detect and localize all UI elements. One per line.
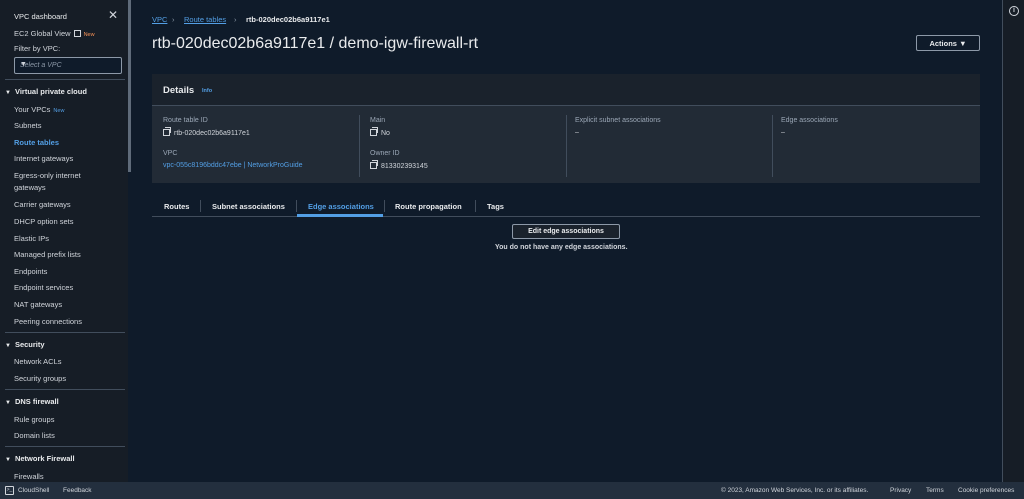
tab-separator <box>200 200 201 212</box>
sidebar-item-endpoint-services[interactable]: Endpoint services <box>14 283 73 292</box>
sidebar-item-security-groups[interactable]: Security groups <box>14 374 66 383</box>
sidebar-item-domain-lists[interactable]: Domain lists <box>14 431 55 440</box>
column-divider <box>566 115 567 177</box>
empty-state-message: You do not have any edge associations. <box>495 244 628 251</box>
sidebar-item-egress-only-2[interactable]: gateways <box>14 183 46 192</box>
terms-link[interactable]: Terms <box>926 487 944 494</box>
feedback-link[interactable]: Feedback <box>63 487 92 494</box>
caret-down-icon: ▼ <box>5 457 11 463</box>
sidebar-item-nat-gateways[interactable]: NAT gateways <box>14 300 62 309</box>
caret-down-icon: ▼ <box>5 400 11 406</box>
caret-down-icon: ▼ <box>959 38 967 48</box>
copy-icon[interactable] <box>370 127 378 136</box>
sidebar-item-endpoints[interactable]: Endpoints <box>14 267 47 276</box>
section-dns-firewall[interactable]: ▼ DNS firewall <box>5 397 59 406</box>
ec2-global-view-link[interactable]: EC2 Global View New <box>14 29 95 38</box>
sidebar-item-network-acls[interactable]: Network ACLs <box>14 357 62 366</box>
active-tab-indicator <box>297 214 383 217</box>
info-link[interactable]: Info <box>202 88 212 94</box>
sidebar-divider <box>5 79 125 80</box>
sidebar-item-peering-connections[interactable]: Peering connections <box>14 317 82 326</box>
sidebar-item-subnets[interactable]: Subnets <box>14 121 42 130</box>
route-table-id-label: Route table ID <box>163 117 208 124</box>
route-table-id-value: rtb-020dec02b6a9117e1 <box>163 127 250 137</box>
new-badge: New <box>53 108 65 114</box>
privacy-link[interactable]: Privacy <box>890 487 911 494</box>
new-badge: New <box>83 32 95 38</box>
vpc-filter-select[interactable]: Select a VPC ▼ <box>14 57 122 74</box>
copy-icon[interactable] <box>163 127 171 136</box>
filter-label: Filter by VPC: <box>14 44 61 53</box>
tab-subnet-associations[interactable]: Subnet associations <box>212 202 285 211</box>
tab-routes[interactable]: Routes <box>164 202 189 211</box>
vpc-link[interactable]: vpc-055c8196bddc47ebe | NetworkProGuide <box>163 162 303 169</box>
cloudshell-link[interactable]: CloudShell <box>18 487 49 494</box>
sidebar-item-internet-gateways[interactable]: Internet gateways <box>14 154 73 163</box>
explicit-subnet-label: Explicit subnet associations <box>575 117 661 124</box>
section-network-firewall[interactable]: ▼ Network Firewall <box>5 454 75 463</box>
copyright-text: © 2023, Amazon Web Services, Inc. or its… <box>721 487 869 494</box>
tab-tags[interactable]: Tags <box>487 202 504 211</box>
owner-id-label: Owner ID <box>370 150 400 157</box>
sidebar-item-carrier-gateways[interactable]: Carrier gateways <box>14 200 71 209</box>
sidebar-item-egress-only-1[interactable]: Egress-only internet <box>14 171 81 180</box>
footer: >_ CloudShell Feedback © 2023, Amazon We… <box>0 482 1024 499</box>
main-value: No <box>370 127 390 137</box>
main-label: Main <box>370 117 386 124</box>
vpc-label: VPC <box>163 150 178 157</box>
details-panel: Details Info Route table ID rtb-020dec02… <box>152 74 980 183</box>
breadcrumb-vpc[interactable]: VPC <box>152 15 167 24</box>
sidebar-item-your-vpcs[interactable]: Your VPCs New <box>14 105 64 114</box>
column-divider <box>772 115 773 177</box>
tab-separator <box>384 200 385 212</box>
explicit-subnet-value: – <box>575 129 579 136</box>
external-link-icon <box>73 30 81 37</box>
column-divider <box>359 115 360 177</box>
cloudshell-icon[interactable]: >_ <box>5 486 14 495</box>
breadcrumb-route-tables[interactable]: Route tables <box>184 15 226 24</box>
info-icon[interactable]: i <box>1009 6 1019 16</box>
cookie-preferences-link[interactable]: Cookie preferences <box>958 487 1014 494</box>
sidebar-item-route-tables[interactable]: Route tables <box>14 138 59 147</box>
tab-route-propagation[interactable]: Route propagation <box>395 202 462 211</box>
edit-edge-associations-button[interactable]: Edit edge associations <box>512 224 620 239</box>
caret-down-icon: ▼ <box>20 61 27 68</box>
tab-separator <box>296 200 297 212</box>
owner-id-value: 813302393145 <box>370 160 428 170</box>
copy-icon[interactable] <box>370 160 378 169</box>
tab-separator <box>475 200 476 212</box>
close-icon[interactable]: ✕ <box>108 9 118 21</box>
edge-associations-label: Edge associations <box>781 117 838 124</box>
edge-associations-value: – <box>781 129 785 136</box>
section-security[interactable]: ▼ Security <box>5 340 45 349</box>
tab-bar-line <box>152 216 980 217</box>
vpc-dashboard-link[interactable]: VPC dashboard <box>14 12 67 21</box>
sidebar-divider <box>5 332 125 333</box>
sidebar-item-firewalls[interactable]: Firewalls <box>14 472 44 481</box>
tab-edge-associations[interactable]: Edge associations <box>308 202 374 211</box>
details-title: Details <box>163 85 195 96</box>
right-utility-rail: i <box>1002 0 1024 482</box>
sidebar-item-dhcp-option-sets[interactable]: DHCP option sets <box>14 217 73 226</box>
breadcrumb-current: rtb-020dec02b6a9117e1 <box>246 15 330 24</box>
chevron-right-icon: › <box>172 15 175 24</box>
sidebar-divider <box>5 446 125 447</box>
sidebar-item-rule-groups[interactable]: Rule groups <box>14 415 54 424</box>
section-virtual-private-cloud[interactable]: ▼ Virtual private cloud <box>5 87 87 96</box>
sidebar-item-managed-prefix-lists[interactable]: Managed prefix lists <box>14 250 81 259</box>
details-header: Details Info <box>152 74 980 106</box>
caret-down-icon: ▼ <box>5 90 11 96</box>
sidebar-divider <box>5 389 125 390</box>
page-title: rtb-020dec02b6a9117e1 / demo-igw-firewal… <box>152 35 479 52</box>
chevron-right-icon: › <box>234 15 237 24</box>
sidebar-scrollbar[interactable] <box>128 0 131 172</box>
actions-button[interactable]: Actions ▼ <box>916 35 980 51</box>
sidebar: VPC dashboard ✕ EC2 Global View New Filte… <box>0 0 128 482</box>
sidebar-item-elastic-ips[interactable]: Elastic IPs <box>14 234 49 243</box>
caret-down-icon: ▼ <box>5 343 11 349</box>
